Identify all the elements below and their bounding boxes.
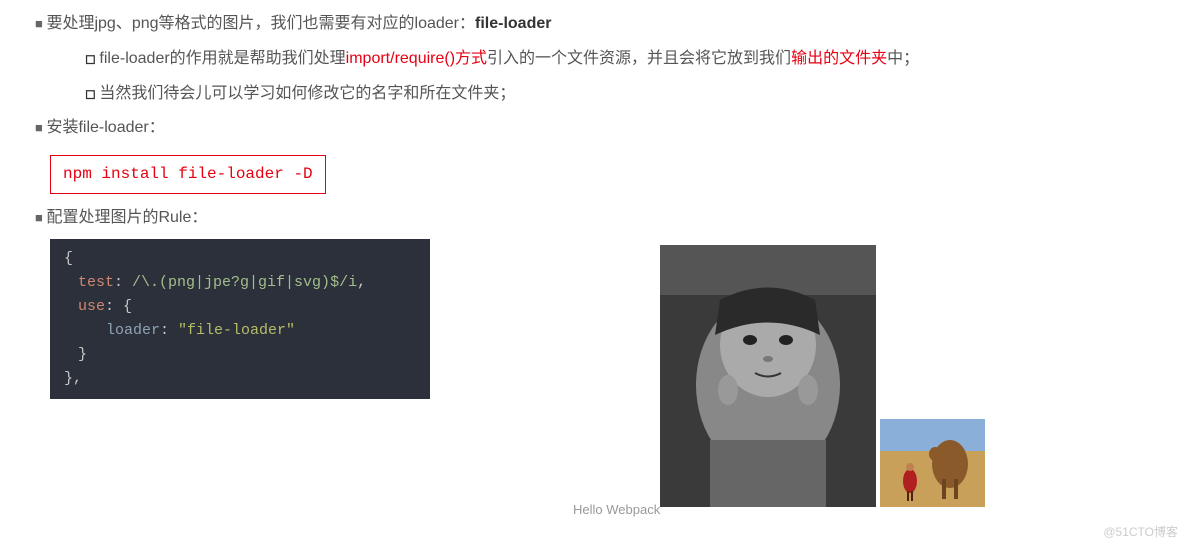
s11-r1: import/require()方式 xyxy=(346,50,487,67)
loader-val: "file-loader" xyxy=(178,322,295,339)
b1-text: 要处理jpg、png等格式的图片，我们也需要有对应的loader： xyxy=(46,15,475,32)
image-area xyxy=(660,245,1000,515)
bullet-3: 配置处理图片的Rule： xyxy=(35,204,1164,233)
use-close: } xyxy=(78,346,87,363)
code-close: }, xyxy=(64,370,82,387)
test-key: test xyxy=(78,274,114,291)
code-open: { xyxy=(64,250,73,267)
watermark: @51CTO博客 xyxy=(1103,522,1178,544)
main-list: 要处理jpg、png等格式的图片，我们也需要有对应的loader：file-lo… xyxy=(20,10,1164,143)
sub1-2: 当然我们待会儿可以学习如何修改它的名字和所在文件夹； xyxy=(85,80,1164,109)
npm-command: npm install file-loader -D xyxy=(50,155,326,194)
main-list-2: 配置处理图片的Rule： xyxy=(20,204,1164,233)
hello-text: Hello Webpack xyxy=(573,498,660,521)
bullet-1: 要处理jpg、png等格式的图片，我们也需要有对应的loader：file-lo… xyxy=(35,10,1164,108)
regex-val: /\.(png|jpe?g|gif|svg)$/i xyxy=(132,274,357,291)
b1-bold: file-loader xyxy=(475,15,551,32)
s11-c: 中； xyxy=(887,50,919,67)
desert-photo xyxy=(880,419,985,507)
loader-key: loader xyxy=(106,322,160,339)
s11-r2: 输出的文件夹 xyxy=(791,50,887,67)
bullet-2: 安装file-loader： xyxy=(35,114,1164,143)
sub1-1: file-loader的作用就是帮助我们处理import/require()方式… xyxy=(85,45,1164,74)
use-open: { xyxy=(123,298,132,315)
child-photo xyxy=(660,245,876,507)
sublist-1: file-loader的作用就是帮助我们处理import/require()方式… xyxy=(35,45,1164,109)
code-block: { test: /\.(png|jpe?g|gif|svg)$/i, use: … xyxy=(50,239,430,399)
use-key: use xyxy=(78,298,105,315)
s11-a: file-loader的作用就是帮助我们处理 xyxy=(99,50,345,67)
s11-b: 引入的一个文件资源，并且会将它放到我们 xyxy=(487,50,791,67)
